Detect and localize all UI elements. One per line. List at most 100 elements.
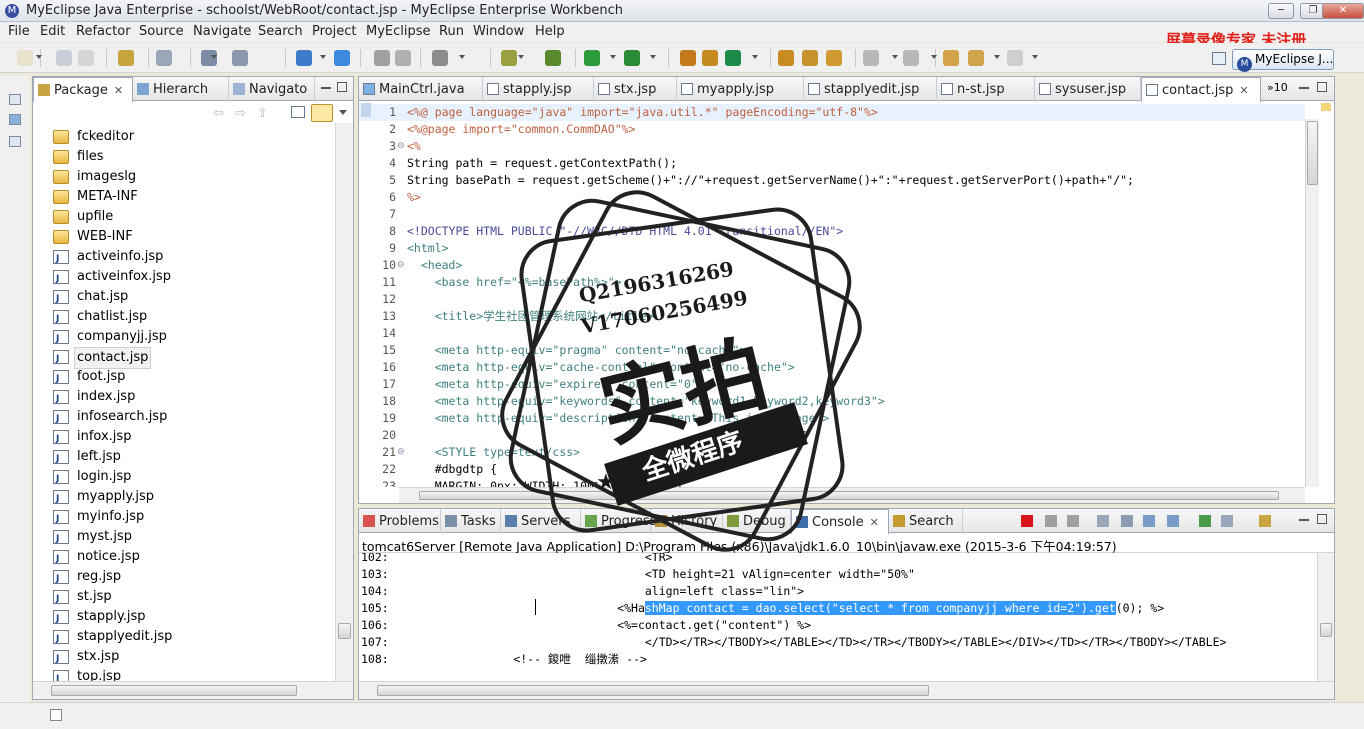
- globe-icon[interactable]: [334, 50, 350, 66]
- dropdown-arrow-icon[interactable]: [752, 55, 758, 59]
- editor-tab-stapplyedit-jsp[interactable]: stapplyedit.jsp: [804, 77, 937, 101]
- bug-icon[interactable]: [501, 50, 517, 66]
- view-tab-navigato[interactable]: Navigato: [229, 77, 315, 101]
- dropdown-arrow-icon[interactable]: [650, 55, 656, 59]
- remove-launch-icon[interactable]: [1045, 515, 1057, 527]
- search-icon[interactable]: [778, 50, 794, 66]
- console-output[interactable]: 102: <TR> 103: <TD height=21 vAlign=cente…: [359, 553, 1317, 681]
- console-horizontal-scrollbar[interactable]: [359, 681, 1334, 699]
- view-tab-history[interactable]: History: [651, 509, 723, 533]
- package-icon[interactable]: [118, 50, 134, 66]
- hammer-icon[interactable]: [802, 50, 818, 66]
- minimize-button[interactable]: ─: [1268, 3, 1294, 19]
- terminal-icon[interactable]: [156, 50, 172, 66]
- link-icon[interactable]: [395, 50, 411, 66]
- dropdown-arrow-icon[interactable]: [931, 55, 937, 59]
- dropdown-arrow-icon[interactable]: [36, 55, 42, 59]
- menu-help[interactable]: Help: [535, 24, 565, 39]
- editor-horizontal-scrollbar[interactable]: [399, 487, 1305, 503]
- fold-toggle-icon[interactable]: ⊖: [397, 444, 405, 461]
- view-tab-console[interactable]: Console ✕: [791, 509, 889, 534]
- maximize-view-icon[interactable]: [337, 82, 347, 92]
- editor-tab-n-st-jsp[interactable]: n-st.jsp: [937, 77, 1035, 101]
- editor-tab-myapply-jsp[interactable]: myapply.jsp: [677, 77, 804, 101]
- fold-toggle-icon[interactable]: ⊖: [397, 257, 405, 274]
- view-tab-problems[interactable]: Problems: [359, 509, 441, 533]
- forward-icon[interactable]: [1007, 50, 1023, 66]
- dropdown-arrow-icon[interactable]: [320, 55, 326, 59]
- print-icon[interactable]: [78, 50, 94, 66]
- editor-tab-mainctrl-java[interactable]: MainCtrl.java: [359, 77, 483, 101]
- menu-refactor[interactable]: Refactor: [76, 24, 131, 39]
- scroll-lock-icon[interactable]: [1121, 515, 1133, 527]
- console-vertical-scrollbar[interactable]: [1317, 553, 1334, 681]
- prev-annotation-icon[interactable]: [903, 50, 919, 66]
- pin-console-icon[interactable]: [1199, 515, 1211, 527]
- display-console-icon[interactable]: [1221, 515, 1233, 527]
- open-type-icon[interactable]: [680, 50, 696, 66]
- menu-navigate[interactable]: Navigate: [193, 24, 251, 39]
- remove-all-icon[interactable]: [1067, 515, 1079, 527]
- open-console-icon[interactable]: [1259, 515, 1271, 527]
- restore-icon[interactable]: [9, 94, 21, 105]
- up-icon[interactable]: ⇧: [257, 106, 268, 121]
- dropdown-arrow-icon[interactable]: [1032, 55, 1038, 59]
- view-tab-hierarch[interactable]: Hierarch: [133, 77, 229, 101]
- new-package-icon[interactable]: [725, 50, 741, 66]
- next-annotation-icon[interactable]: [863, 50, 879, 66]
- open-perspective-icon[interactable]: [1212, 52, 1226, 65]
- new-icon[interactable]: [17, 50, 33, 66]
- fold-toggle-icon[interactable]: ⊖: [397, 138, 405, 155]
- dropdown-arrow-icon[interactable]: [994, 55, 1000, 59]
- back-icon[interactable]: ⇦: [213, 106, 224, 121]
- debug-icon[interactable]: [545, 50, 561, 66]
- menu-run[interactable]: Run: [439, 24, 464, 39]
- maximize-console-icon[interactable]: [1317, 514, 1327, 524]
- console-hscroll-thumb[interactable]: [377, 685, 929, 696]
- show-on-stdout-icon[interactable]: [1143, 515, 1155, 527]
- warning-overview-icon[interactable]: [1321, 103, 1331, 111]
- clear-console-icon[interactable]: [1097, 515, 1109, 527]
- menu-search[interactable]: Search: [258, 24, 303, 39]
- back-icon[interactable]: [968, 50, 984, 66]
- menu-file[interactable]: File: [8, 24, 30, 39]
- close-tab-icon[interactable]: ✕: [1239, 84, 1248, 97]
- properties-icon[interactable]: [9, 136, 21, 147]
- editor-tab-sysuser-jsp[interactable]: sysuser.jsp: [1035, 77, 1141, 101]
- dropdown-arrow-icon[interactable]: [610, 55, 616, 59]
- editor-vscroll-thumb[interactable]: [1307, 121, 1318, 185]
- view-tab-package[interactable]: Package ✕: [33, 77, 133, 102]
- menu-edit[interactable]: Edit: [40, 24, 65, 39]
- server-icon[interactable]: [232, 50, 248, 66]
- dropdown-arrow-icon[interactable]: [518, 55, 524, 59]
- close-tab-icon[interactable]: ✕: [114, 84, 123, 97]
- collapse-all-icon[interactable]: [291, 106, 305, 118]
- tree-hscroll-thumb[interactable]: [51, 685, 297, 696]
- edit-icon[interactable]: [826, 50, 842, 66]
- open-icon[interactable]: [374, 50, 390, 66]
- dropdown-arrow-icon[interactable]: [892, 55, 898, 59]
- view-tab-debug[interactable]: Debug: [723, 509, 791, 533]
- close-tab-icon[interactable]: ✕: [870, 516, 879, 529]
- maximize-editor-icon[interactable]: [1317, 82, 1327, 92]
- external-tools-icon[interactable]: [624, 50, 640, 66]
- browser-icon[interactable]: [296, 50, 312, 66]
- run-icon[interactable]: [584, 50, 600, 66]
- minimize-view-icon[interactable]: [321, 87, 331, 89]
- menu-project[interactable]: Project: [312, 24, 356, 39]
- new-class-icon[interactable]: [702, 50, 718, 66]
- snapshot-icon[interactable]: [432, 50, 448, 66]
- view-menu-icon[interactable]: [339, 110, 347, 115]
- editor-hscroll-thumb[interactable]: [419, 491, 1279, 500]
- show-on-stderr-icon[interactable]: [1167, 515, 1179, 527]
- tree-horizontal-scrollbar[interactable]: [33, 681, 353, 699]
- view-tab-servers[interactable]: Servers: [501, 509, 581, 533]
- minimize-console-icon[interactable]: [1299, 519, 1309, 521]
- outline-icon[interactable]: [9, 114, 21, 125]
- menu-source[interactable]: Source: [139, 24, 184, 39]
- dropdown-arrow-icon[interactable]: [211, 55, 217, 59]
- perspective-button[interactable]: M MyEclipse J...: [1232, 49, 1334, 72]
- last-edit-icon[interactable]: [943, 50, 959, 66]
- code-editor[interactable]: 1 <%@ page language="java" import="java.u…: [359, 102, 1305, 487]
- minimize-editor-icon[interactable]: [1299, 87, 1309, 89]
